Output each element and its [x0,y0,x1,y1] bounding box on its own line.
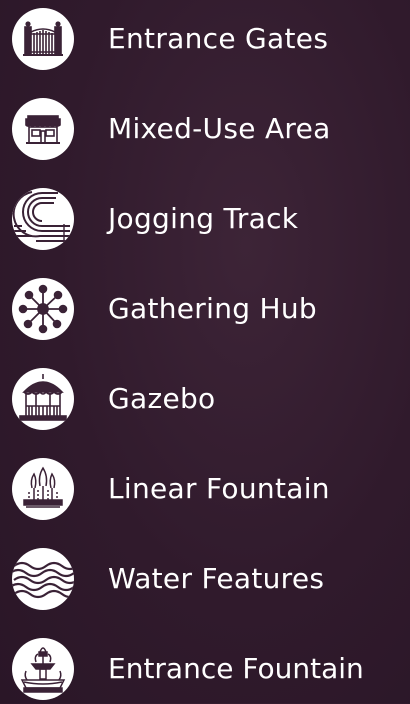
storefront-icon [12,98,74,160]
water-waves-icon [12,548,74,610]
network-hub-icon [12,278,74,340]
tiered-fountain-icon [12,638,74,700]
amenity-label: Entrance Fountain [108,652,364,685]
amenity-item-water-features: Water Features [0,544,410,614]
entrance-gates-icon [12,8,74,70]
amenity-item-entrance-gates: Entrance Gates [0,4,410,74]
linear-fountain-icon [12,458,74,520]
amenities-list: Entrance Gates Mixed-Use Area Jogging Tr… [0,0,410,703]
amenity-label: Gazebo [108,382,216,415]
amenity-label: Entrance Gates [108,22,329,55]
amenity-label: Mixed-Use Area [108,112,331,145]
amenity-item-mixed-use-area: Mixed-Use Area [0,94,410,164]
amenity-label: Water Features [108,562,325,595]
amenity-label: Jogging Track [108,202,299,235]
amenity-item-entrance-fountain: Entrance Fountain [0,634,410,704]
amenity-item-jogging-track: Jogging Track [0,184,410,254]
amenity-item-gathering-hub: Gathering Hub [0,274,410,344]
amenity-item-linear-fountain: Linear Fountain [0,454,410,524]
amenity-label: Gathering Hub [108,292,317,325]
jogging-track-icon [12,188,74,250]
gazebo-icon [12,368,74,430]
amenity-label: Linear Fountain [108,472,330,505]
amenity-item-gazebo: Gazebo [0,364,410,434]
